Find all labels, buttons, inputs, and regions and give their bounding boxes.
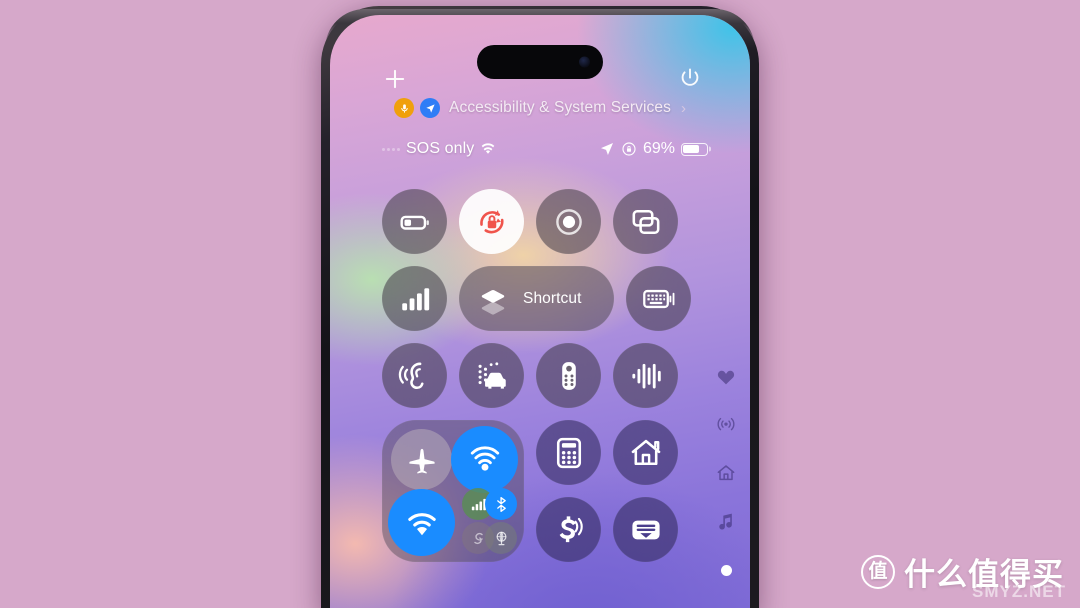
wifi-icon [482, 143, 495, 154]
page-indicator-dot[interactable] [720, 565, 732, 576]
signal-dots-icon [382, 147, 400, 151]
control-row-3 [382, 343, 681, 408]
carrier-label: SOS only [406, 140, 475, 157]
dynamic-island[interactable] [477, 45, 603, 79]
signal-bars-icon [401, 287, 429, 310]
front-camera-icon [579, 56, 590, 68]
cellular-signal-tile[interactable] [382, 266, 447, 331]
antenna-icon[interactable] [716, 415, 736, 435]
shortcut-tile[interactable]: Shortcut [459, 266, 614, 331]
battery-icon [681, 142, 708, 156]
screen-mirroring-icon [632, 209, 659, 234]
screen-mirroring-tile[interactable] [613, 189, 678, 254]
iphone-device: Accessibility & System Services › SOS on… [321, 6, 759, 608]
rotation-lock-icon [479, 209, 503, 233]
car-detection-icon [478, 361, 506, 389]
connectivity-module [382, 420, 524, 562]
chevron-right-icon[interactable]: › [681, 100, 686, 117]
airplane-mode-toggle[interactable] [391, 429, 452, 490]
home-icon [631, 439, 660, 465]
location-arrow-icon [420, 98, 441, 118]
vpn-toggle[interactable] [485, 522, 517, 554]
sound-recognition-tile[interactable] [459, 343, 524, 408]
home-icon[interactable] [716, 463, 736, 483]
wifi-toggle[interactable] [388, 489, 455, 556]
rotation-lock-tile[interactable] [459, 189, 524, 254]
location-arrow-icon [600, 143, 613, 155]
bluetooth-icon [496, 496, 506, 512]
microphone-icon [394, 98, 415, 118]
battery-percent-label: 69% [642, 140, 675, 157]
hearing-tile[interactable] [382, 343, 447, 408]
airplane-icon [408, 448, 435, 473]
keyboard-icon [642, 289, 674, 308]
smzdm-logo-icon: 值 [861, 554, 895, 589]
wifi-icon [407, 512, 436, 535]
wallet-icon [631, 520, 660, 539]
tv-remote-icon [561, 361, 576, 390]
control-row-1 [382, 189, 681, 254]
right-tiles-column-a [536, 420, 601, 562]
waveform-icon [631, 363, 661, 388]
battery-icon [399, 215, 429, 230]
airdrop-icon [470, 445, 499, 471]
power-button[interactable] [678, 66, 702, 90]
ear-icon [398, 362, 423, 389]
music-note-icon[interactable] [716, 511, 736, 531]
right-tiles-column-b [613, 420, 678, 562]
iphone-screen: Accessibility & System Services › SOS on… [330, 15, 750, 608]
keyboard-dictation-tile[interactable] [626, 266, 691, 331]
calculator-tile[interactable] [536, 420, 601, 485]
airdrop-toggle[interactable] [451, 426, 518, 493]
control-row-2: Shortcut [382, 266, 691, 331]
shortcut-tile-label: Shortcut [523, 289, 582, 307]
voice-memos-tile[interactable] [613, 343, 678, 408]
shortcut-stack-icon [481, 289, 505, 315]
add-control-button[interactable] [382, 66, 408, 92]
control-row-4 [382, 420, 681, 562]
vpn-globe-icon [496, 531, 506, 545]
home-tile[interactable] [613, 420, 678, 485]
tap-to-pay-icon [559, 515, 583, 542]
watermark-subtext: SMYZ.NET [972, 582, 1066, 601]
privacy-label: Accessibility & System Services [449, 99, 671, 116]
apple-tv-remote-tile[interactable] [536, 343, 601, 408]
rotation-lock-icon [622, 142, 636, 156]
tap-to-pay-tile[interactable] [536, 497, 601, 562]
status-bar-left: SOS only [382, 140, 496, 158]
screen-recording-tile[interactable] [536, 189, 601, 254]
control-center-grid: Shortcut [382, 189, 691, 562]
status-bar: SOS only 69% [330, 137, 750, 161]
control-center-page-rail [716, 367, 736, 576]
privacy-indicator-row[interactable]: Accessibility & System Services › [330, 98, 750, 118]
record-icon [555, 208, 582, 235]
heart-icon[interactable] [716, 367, 736, 387]
bluetooth-toggle[interactable] [485, 488, 517, 520]
status-bar-right: 69% [599, 140, 708, 158]
low-power-mode-tile[interactable] [382, 189, 447, 254]
calculator-icon [556, 437, 581, 468]
hotspot-icon [473, 532, 483, 544]
signal-bars-icon [471, 498, 486, 510]
wallet-tile[interactable] [613, 497, 678, 562]
